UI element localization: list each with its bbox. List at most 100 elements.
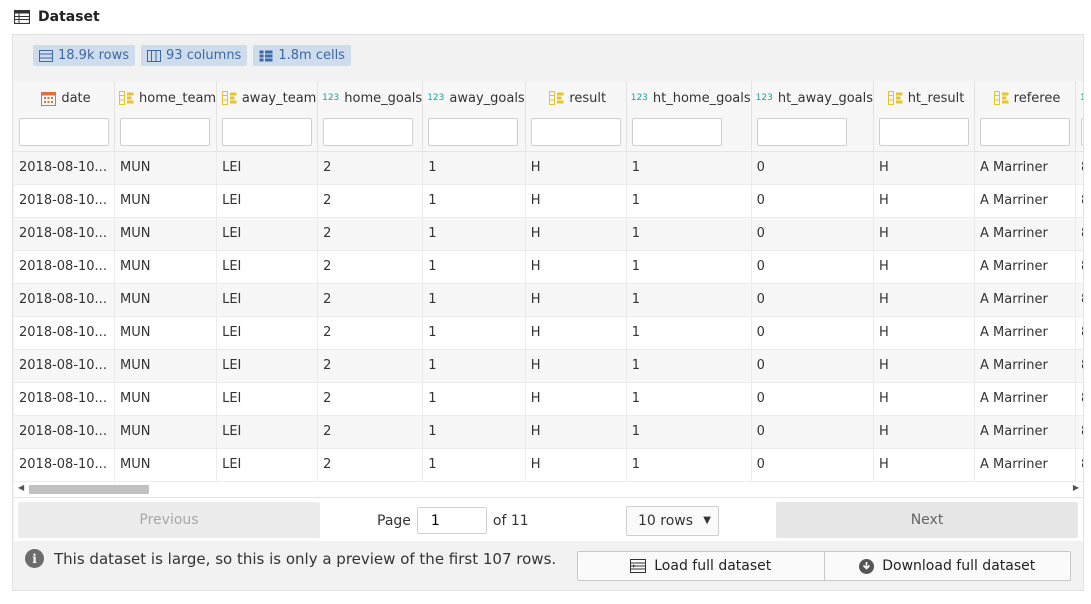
table-cell: MUN <box>114 250 218 284</box>
table-cell: MUN <box>114 151 218 185</box>
table-cell: 8 <box>1075 217 1083 251</box>
cells-icon <box>259 50 273 61</box>
header-row: date home_team away_team 123 home_goals 123 aw… <box>14 81 1083 115</box>
page-number-input[interactable] <box>416 507 487 534</box>
column-header[interactable]: 123 ht_home_goals <box>626 81 752 115</box>
table-cell: 1 <box>626 250 752 284</box>
dataset-title: Dataset <box>38 9 100 25</box>
table-cell: 0 <box>751 316 875 350</box>
table-cell: H <box>873 151 975 185</box>
next-button[interactable]: Next <box>776 502 1078 538</box>
info-icon: i <box>25 549 44 568</box>
table-cell: 0 <box>751 217 875 251</box>
table-cell: 2 <box>317 217 424 251</box>
number-type-icon: 123 <box>427 93 445 103</box>
table-cell: MUN <box>114 283 218 317</box>
table-cell: MUN <box>114 349 218 383</box>
filter-cell <box>525 115 627 152</box>
previous-button[interactable]: Previous <box>18 502 320 538</box>
column-header-label: home_team <box>139 90 217 106</box>
column-header[interactable]: away_team <box>216 81 319 115</box>
column-filter-input[interactable] <box>631 118 722 147</box>
table-cell: 2018-08-10... <box>14 283 115 317</box>
table-cell: A Marriner <box>974 415 1076 449</box>
table-cell: 8 <box>1075 349 1083 383</box>
scrollbar-thumb[interactable] <box>29 485 149 494</box>
table-cell: H <box>525 184 627 218</box>
table-cell: 1 <box>626 217 752 251</box>
table-cell: 8 <box>1075 448 1083 482</box>
filter-cell <box>114 115 218 152</box>
calendar-icon <box>41 91 57 106</box>
horizontal-scrollbar[interactable]: ◀ ▶ <box>14 481 1083 495</box>
table-cell: A Marriner <box>974 151 1076 185</box>
column-filter-input[interactable] <box>222 118 313 147</box>
column-header[interactable]: 123 away_goals <box>422 81 526 115</box>
table-cell: 1 <box>422 184 526 218</box>
column-filter-input[interactable] <box>323 118 414 147</box>
column-header[interactable]: 123home_shots <box>1075 81 1083 115</box>
table-cell: 1 <box>626 151 752 185</box>
column-header[interactable]: referee <box>974 81 1076 115</box>
rows-stat-label: 18.9k rows <box>58 48 130 63</box>
table-cell: 1 <box>422 316 526 350</box>
scroll-right-icon[interactable]: ▶ <box>1073 483 1079 492</box>
load-icon <box>630 559 647 573</box>
table-cell: 1 <box>422 217 526 251</box>
load-full-dataset-label: Load full dataset <box>654 558 772 574</box>
table-row: 2018-08-10...MUNLEI21H10HA Marriner8 <box>14 184 1083 218</box>
column-header-label: away_team <box>241 90 317 106</box>
column-filter-input[interactable] <box>120 118 210 147</box>
rows-per-page-select[interactable]: 10 rows ▼ <box>626 506 719 536</box>
column-header[interactable]: result <box>525 81 627 115</box>
column-filter-input[interactable] <box>428 118 519 147</box>
table-cell: 2018-08-10... <box>14 382 115 416</box>
table-cell: H <box>525 316 627 350</box>
table-cell: LEI <box>216 184 319 218</box>
table-cell: 2018-08-10... <box>14 448 115 482</box>
table-cell: 8 <box>1075 283 1083 317</box>
column-filter-input[interactable] <box>530 118 621 147</box>
table-cell: LEI <box>216 382 319 416</box>
column-header[interactable]: ht_result <box>873 81 975 115</box>
column-filter-input[interactable] <box>756 118 847 147</box>
table-cell: 2 <box>317 151 424 185</box>
table-cell: H <box>873 250 975 284</box>
column-header[interactable]: home_team <box>114 81 218 115</box>
column-header[interactable]: date <box>14 81 115 115</box>
table-cell: 1 <box>422 151 526 185</box>
data-table-viewport: date home_team away_team 123 home_goals 123 aw… <box>14 81 1083 497</box>
column-filter-input[interactable] <box>879 118 969 147</box>
table-cell: H <box>873 349 975 383</box>
table-cell: MUN <box>114 382 218 416</box>
column-filter-input[interactable] <box>1081 118 1083 147</box>
table-cell: A Marriner <box>974 184 1076 218</box>
number-type-icon: 123 <box>322 93 340 103</box>
table-row: 2018-08-10...MUNLEI21H10HA Marriner8 <box>14 250 1083 284</box>
table-cell: H <box>525 283 627 317</box>
table-cell: H <box>873 316 975 350</box>
table-cell: MUN <box>114 184 218 218</box>
dataset-title-bar: Dataset <box>14 6 100 28</box>
table-cell: 1 <box>626 283 752 317</box>
load-full-dataset-button[interactable]: Load full dataset <box>578 552 824 580</box>
column-header-label: ht_home_goals <box>652 90 751 106</box>
column-filter-input[interactable] <box>19 118 109 147</box>
column-filter-input[interactable] <box>980 118 1070 147</box>
table-icon <box>14 10 30 24</box>
column-header[interactable]: 123 home_goals <box>317 81 424 115</box>
text-type-icon <box>549 91 564 105</box>
number-type-icon: 123 <box>630 93 648 103</box>
table-cell: H <box>525 217 627 251</box>
column-header[interactable]: 123 ht_away_goals <box>751 81 875 115</box>
scroll-left-icon[interactable]: ◀ <box>18 483 24 492</box>
table-cell: 2018-08-10... <box>14 349 115 383</box>
column-header-label: home_goals <box>344 90 423 106</box>
column-header-label: referee <box>1013 90 1061 106</box>
table-cell: LEI <box>216 217 319 251</box>
table-cell: MUN <box>114 448 218 482</box>
table-cell: 8 <box>1075 316 1083 350</box>
table-cell: H <box>873 217 975 251</box>
download-full-dataset-button[interactable]: Download full dataset <box>823 552 1071 580</box>
table-cell: 8 <box>1075 184 1083 218</box>
